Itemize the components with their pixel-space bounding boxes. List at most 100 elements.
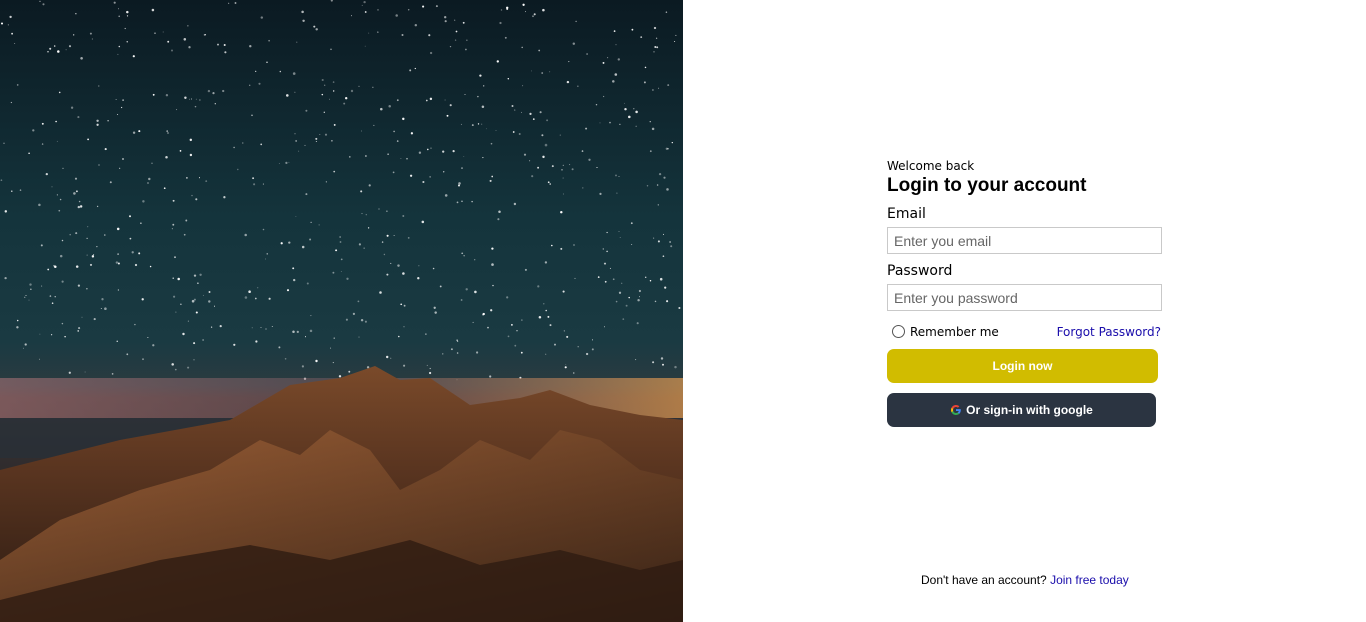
star bbox=[306, 282, 309, 285]
star bbox=[658, 172, 662, 176]
star bbox=[500, 9, 503, 11]
join-free-link[interactable]: Join free today bbox=[1050, 573, 1129, 587]
star bbox=[77, 116, 80, 119]
star bbox=[444, 16, 447, 19]
star bbox=[585, 127, 588, 130]
star bbox=[644, 276, 647, 279]
star bbox=[255, 340, 258, 343]
star bbox=[664, 286, 667, 289]
google-icon bbox=[951, 405, 961, 415]
star bbox=[678, 306, 681, 310]
star bbox=[429, 97, 433, 101]
star bbox=[280, 242, 283, 245]
star bbox=[7, 24, 9, 26]
star bbox=[234, 2, 237, 4]
star bbox=[532, 15, 534, 18]
star bbox=[571, 168, 574, 171]
star bbox=[630, 222, 633, 225]
star bbox=[504, 36, 507, 39]
star bbox=[285, 161, 288, 165]
star bbox=[210, 326, 213, 328]
remember-me-label[interactable]: Remember me bbox=[910, 325, 999, 339]
star bbox=[233, 343, 236, 346]
remember-row: Remember me Forgot Password? bbox=[887, 324, 1162, 340]
star bbox=[252, 177, 255, 180]
star bbox=[669, 241, 671, 243]
star bbox=[111, 373, 114, 375]
star bbox=[333, 170, 336, 173]
email-field[interactable] bbox=[887, 227, 1162, 254]
star bbox=[68, 45, 72, 48]
star bbox=[87, 226, 89, 228]
star bbox=[364, 45, 366, 47]
star bbox=[333, 337, 335, 339]
password-field[interactable] bbox=[887, 284, 1162, 311]
star bbox=[603, 326, 605, 328]
star bbox=[262, 183, 264, 185]
star bbox=[28, 299, 30, 301]
star bbox=[330, 48, 332, 51]
star bbox=[498, 210, 501, 214]
star bbox=[422, 5, 425, 8]
star bbox=[294, 133, 296, 135]
star bbox=[16, 326, 19, 329]
star bbox=[163, 187, 166, 190]
star bbox=[381, 241, 384, 243]
star bbox=[653, 51, 655, 53]
star bbox=[193, 359, 195, 361]
star bbox=[332, 362, 334, 364]
star bbox=[524, 268, 527, 271]
star bbox=[569, 164, 571, 166]
star bbox=[305, 193, 308, 196]
star bbox=[191, 299, 195, 303]
star bbox=[387, 153, 389, 155]
star bbox=[58, 91, 61, 94]
star bbox=[59, 254, 63, 258]
login-button[interactable]: Login now bbox=[887, 349, 1158, 383]
google-signin-button[interactable]: Or sign-in with google bbox=[887, 393, 1156, 427]
star bbox=[573, 244, 575, 246]
star bbox=[310, 221, 312, 224]
star bbox=[202, 294, 204, 296]
star bbox=[49, 295, 52, 297]
star bbox=[185, 219, 188, 222]
star bbox=[262, 228, 265, 231]
star bbox=[294, 91, 296, 93]
star bbox=[595, 103, 598, 106]
forgot-password-link[interactable]: Forgot Password? bbox=[1057, 325, 1161, 339]
star bbox=[657, 204, 659, 206]
star bbox=[86, 254, 88, 256]
star bbox=[77, 205, 81, 209]
star bbox=[75, 13, 77, 15]
star bbox=[138, 252, 141, 255]
star bbox=[456, 340, 459, 342]
remember-me-radio[interactable] bbox=[892, 325, 905, 338]
star bbox=[602, 95, 605, 98]
star bbox=[357, 300, 360, 303]
star bbox=[301, 10, 304, 14]
star bbox=[616, 192, 618, 194]
star bbox=[581, 150, 584, 152]
password-label: Password bbox=[887, 263, 953, 279]
star bbox=[292, 330, 295, 334]
signup-prompt: Don't have an account? bbox=[921, 573, 1047, 587]
star bbox=[122, 158, 124, 160]
star bbox=[547, 315, 550, 318]
star bbox=[70, 106, 74, 109]
star bbox=[265, 328, 267, 330]
star bbox=[260, 16, 264, 19]
star bbox=[409, 174, 413, 177]
star bbox=[541, 72, 544, 74]
star bbox=[41, 143, 44, 145]
star bbox=[50, 334, 53, 336]
star bbox=[253, 183, 256, 186]
star bbox=[124, 27, 126, 30]
star bbox=[481, 105, 485, 109]
star bbox=[622, 318, 625, 320]
star bbox=[422, 180, 425, 184]
star bbox=[213, 305, 216, 307]
star bbox=[360, 190, 363, 193]
star bbox=[41, 122, 44, 125]
star bbox=[409, 69, 412, 72]
star bbox=[456, 201, 459, 204]
